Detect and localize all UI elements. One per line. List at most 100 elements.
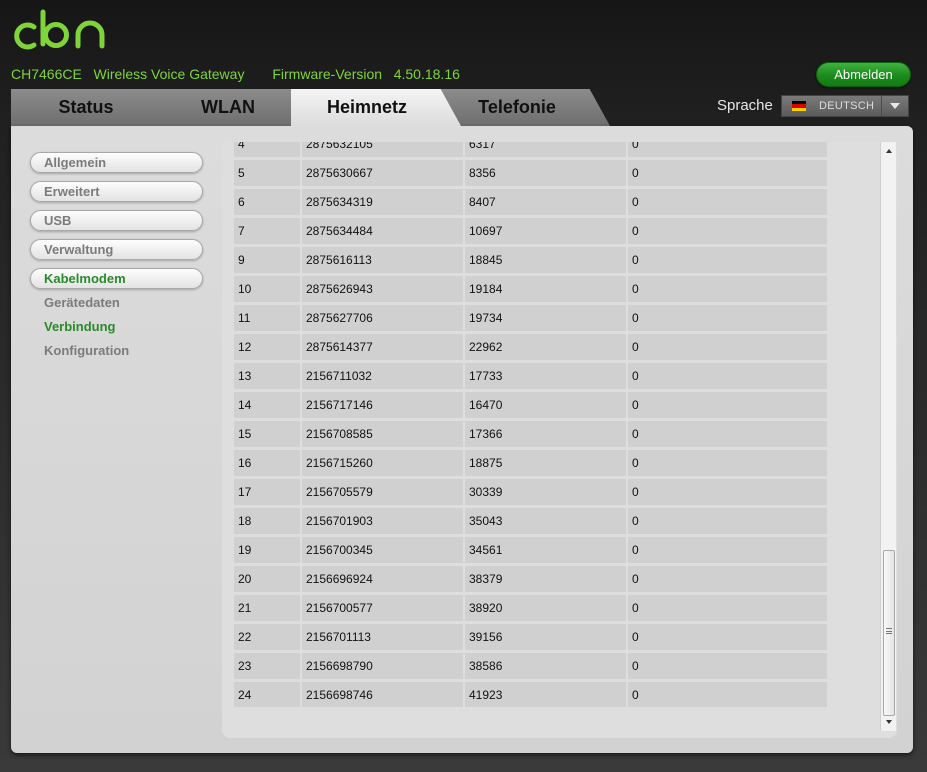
table-cell: 2156715260	[302, 450, 463, 476]
sidebar-subitem-verbindung[interactable]: Verbindung	[44, 319, 116, 334]
table-cell: 2875616113	[302, 247, 463, 273]
table-cell: 0	[628, 508, 827, 534]
table-cell: 2156711032	[302, 363, 463, 389]
table-row: 24 2156698746 41923 0	[234, 682, 827, 707]
table-row: 21 2156700577 38920 0	[234, 595, 827, 621]
table-row: 9 2875616113 18845 0	[234, 247, 827, 273]
table-cell: 2875634319	[302, 189, 463, 215]
sidebar-subitem-konfiguration[interactable]: Konfiguration	[44, 343, 129, 358]
model-name: CH7466CE	[11, 66, 82, 82]
table-cell: 10	[234, 276, 300, 302]
table-row: 19 2156700345 34561 0	[234, 537, 827, 563]
chevron-down-icon[interactable]	[881, 96, 908, 116]
table-cell: 2875627706	[302, 305, 463, 331]
table-cell: 2156696924	[302, 566, 463, 592]
table-cell: 19184	[465, 276, 626, 302]
sidebar-item-verwaltung[interactable]: Verwaltung	[30, 239, 203, 260]
sidebar-item-kabelmodem[interactable]: Kabelmodem	[30, 268, 203, 289]
table-viewport: 4 2875632105 6317 0 5 2875630667 8356 0 6 2875634…	[232, 142, 829, 707]
table-cell: 2156701113	[302, 624, 463, 650]
logout-button[interactable]: Abmelden	[816, 62, 911, 87]
table-cell: 34561	[465, 537, 626, 563]
language-label: Sprache	[717, 97, 773, 114]
table-cell: 16	[234, 450, 300, 476]
table-row: 5 2875630667 8356 0	[234, 160, 827, 186]
scroll-up-icon[interactable]	[881, 144, 897, 158]
sidebar-item-usb[interactable]: USB	[30, 210, 203, 231]
table-cell: 0	[628, 624, 827, 650]
table-cell: 0	[628, 160, 827, 186]
table-row: 14 2156717146 16470 0	[234, 392, 827, 418]
table-cell: 16470	[465, 392, 626, 418]
table-cell: 6	[234, 189, 300, 215]
table-cell: 22	[234, 624, 300, 650]
table-cell: 2875614377	[302, 334, 463, 360]
table-row: 13 2156711032 17733 0	[234, 363, 827, 389]
table-row: 15 2156708585 17366 0	[234, 421, 827, 447]
table-cell: 9	[234, 247, 300, 273]
table-cell: 22962	[465, 334, 626, 360]
firmware-label: Firmware-Version	[272, 66, 383, 82]
table-cell: 0	[628, 421, 827, 447]
table-cell: 8356	[465, 160, 626, 186]
tab-status[interactable]: Status	[11, 89, 181, 126]
table-cell: 0	[628, 450, 827, 476]
table-cell: 0	[628, 595, 827, 621]
table-row: 6 2875634319 8407 0	[234, 189, 827, 215]
table-cell: 2156700577	[302, 595, 463, 621]
table-cell: 0	[628, 189, 827, 215]
table-cell: 19734	[465, 305, 626, 331]
table-cell: 2875634484	[302, 218, 463, 244]
sidebar-item-erweitert[interactable]: Erweitert	[30, 181, 203, 202]
table-cell: 2156700345	[302, 537, 463, 563]
table-cell: 18845	[465, 247, 626, 273]
table-row: 12 2875614377 22962 0	[234, 334, 827, 360]
table-cell: 0	[628, 653, 827, 679]
table-cell: 6317	[465, 142, 626, 157]
vertical-scrollbar[interactable]	[880, 142, 896, 731]
table-cell: 8407	[465, 189, 626, 215]
table-row: 10 2875626943 19184 0	[234, 276, 827, 302]
table-row: 22 2156701113 39156 0	[234, 624, 827, 650]
table-cell: 24	[234, 682, 300, 707]
table-cell: 38920	[465, 595, 626, 621]
table-cell: 17366	[465, 421, 626, 447]
table-row: 20 2156696924 38379 0	[234, 566, 827, 592]
table-cell: 39156	[465, 624, 626, 650]
table-cell: 2875630667	[302, 160, 463, 186]
table-row: 16 2156715260 18875 0	[234, 450, 827, 476]
table-cell: 15	[234, 421, 300, 447]
table-cell: 0	[628, 247, 827, 273]
table-cell: 20	[234, 566, 300, 592]
table-cell: 19	[234, 537, 300, 563]
firmware-version: 4.50.18.16	[393, 66, 460, 82]
content-frame: 4 2875632105 6317 0 5 2875630667 8356 0 6 2875634…	[222, 142, 897, 738]
grip-icon	[886, 628, 892, 634]
table-cell: 0	[628, 276, 827, 302]
table-cell: 2156698790	[302, 653, 463, 679]
table-cell: 10697	[465, 218, 626, 244]
table-cell: 0	[628, 142, 827, 157]
language-select[interactable]: DEUTSCH	[781, 95, 909, 117]
tab-telefonie[interactable]: Telefonie	[440, 89, 610, 126]
sidebar-item-allgemein[interactable]: Allgemein	[30, 152, 203, 173]
device-info: CH7466CE Wireless Voice Gateway Firmware…	[11, 66, 460, 82]
table-cell: 2156705579	[302, 479, 463, 505]
table-cell: 38586	[465, 653, 626, 679]
cbn-logo	[14, 9, 105, 50]
tab-heimnetz[interactable]: Heimnetz	[291, 89, 461, 126]
table-row: 18 2156701903 35043 0	[234, 508, 827, 534]
german-flag-icon	[792, 101, 806, 111]
scroll-down-icon[interactable]	[881, 715, 897, 729]
table-cell: 38379	[465, 566, 626, 592]
table-cell: 0	[628, 363, 827, 389]
table-cell: 30339	[465, 479, 626, 505]
table-cell: 0	[628, 218, 827, 244]
sidebar-subitem-geraetedaten[interactable]: Gerätedaten	[44, 295, 120, 310]
table-row: 23 2156698790 38586 0	[234, 653, 827, 679]
table-cell: 2156708585	[302, 421, 463, 447]
tab-wlan[interactable]: WLAN	[160, 89, 310, 126]
scrollbar-thumb[interactable]	[883, 550, 895, 716]
channel-table: 4 2875632105 6317 0 5 2875630667 8356 0 6 2875634…	[232, 142, 829, 707]
table-cell: 41923	[465, 682, 626, 707]
